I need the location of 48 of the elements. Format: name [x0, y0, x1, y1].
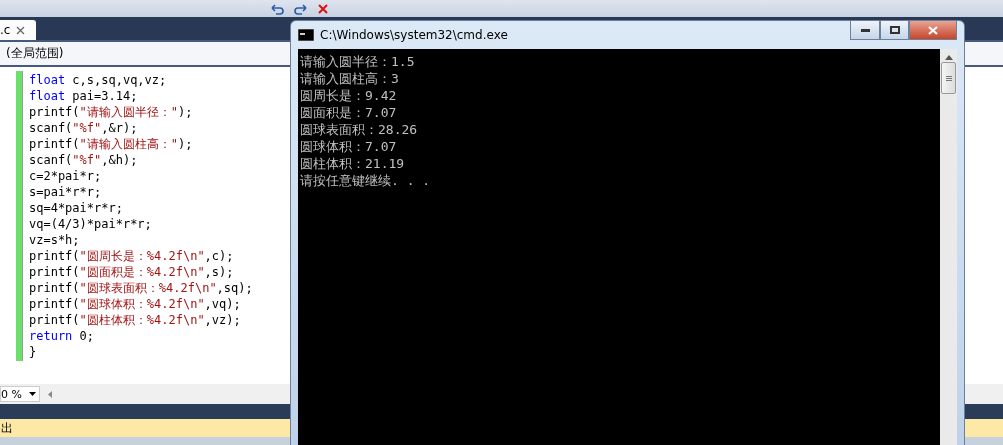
- redo-icon[interactable]: [294, 2, 308, 15]
- console-line: 圆面积是：7.07: [300, 104, 398, 121]
- code-line: vq=(4/3)*pai*r*r;: [29, 216, 153, 232]
- maximize-button[interactable]: [880, 21, 909, 40]
- code-line: printf("请输入圆半径：");: [29, 104, 194, 120]
- minimize-button[interactable]: [850, 21, 880, 40]
- code-line: printf("圆球体积：%4.2f\n",vq);: [29, 296, 242, 312]
- console-line: 圆柱体积：21.19: [300, 155, 406, 172]
- minimize-icon: [860, 28, 870, 32]
- caret-icon: [29, 392, 36, 396]
- file-tab[interactable]: .c: [0, 20, 36, 40]
- close-icon: [928, 25, 938, 35]
- console-line: 圆球体积：7.07: [300, 138, 398, 155]
- scope-dropdown[interactable]: (全局范围): [6, 45, 64, 62]
- code-line: printf("请输入圆柱高：");: [29, 136, 194, 152]
- scrollbar[interactable]: [940, 49, 957, 445]
- console-icon: [298, 29, 314, 41]
- close-icon[interactable]: [16, 25, 26, 35]
- close-icon[interactable]: [318, 3, 328, 14]
- code-line: printf("圆周长是：%4.2f\n",c);: [29, 248, 235, 264]
- close-button[interactable]: [909, 21, 957, 40]
- code-line: float c,s,sq,vq,vz;: [29, 72, 168, 88]
- scroll-left-icon[interactable]: [48, 390, 52, 398]
- code-line: printf("圆柱体积：%4.2f\n",vz);: [29, 312, 242, 328]
- code-line: s=pai*r*r;: [29, 184, 103, 200]
- code-line: printf("圆球表面积：%4.2f\n",sq);: [29, 280, 253, 296]
- code-line: float pai=3.14;: [29, 88, 139, 104]
- window-title: C:\Windows\system32\cmd.exe: [320, 28, 509, 42]
- code-line: vz=s*h;: [29, 232, 81, 248]
- console-line: 圆球表面积：28.26: [300, 121, 419, 138]
- code-line: c=2*pai*r;: [29, 168, 103, 184]
- code-line: scanf("%f",&r);: [29, 120, 139, 136]
- scroll-thumb[interactable]: [941, 62, 956, 94]
- zoom-dropdown[interactable]: 0 %: [0, 386, 40, 402]
- maximize-icon: [889, 26, 900, 34]
- console-line: 圆周长是：9.42: [300, 87, 398, 104]
- console-line: 请输入圆柱高：3: [300, 70, 400, 87]
- undo-icon[interactable]: [270, 2, 284, 15]
- code-line: scanf("%f",&h);: [29, 152, 139, 168]
- code-line: }: [29, 344, 38, 360]
- console-line: 请按任意键继续. . .: [300, 172, 432, 189]
- panel-title: 出: [1, 419, 13, 437]
- grip-icon: [945, 75, 952, 81]
- code-line: return 0;: [29, 328, 96, 344]
- code-line: printf("圆面积是：%4.2f\n",s);: [29, 264, 235, 280]
- console-line: 请输入圆半径：1.5: [300, 53, 416, 70]
- code-line: sq=4*pai*r*r;: [29, 200, 124, 216]
- scroll-up-icon[interactable]: [944, 55, 953, 60]
